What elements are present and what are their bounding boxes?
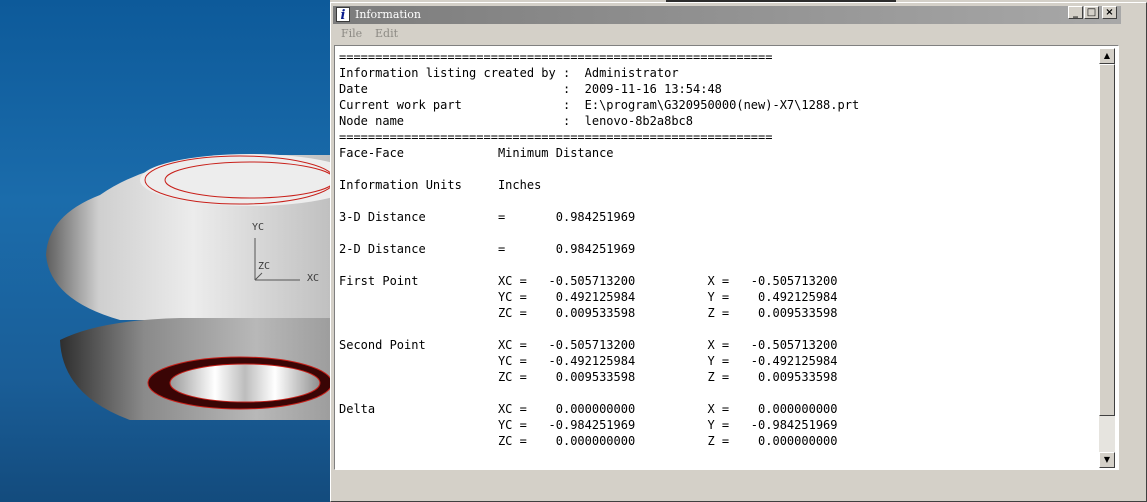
close-button[interactable]: × (1102, 6, 1117, 19)
listing-line: ========================================… (339, 50, 773, 64)
listing-line (339, 385, 1118, 401)
listing-line: ZC = 0.000000000 Z = 0.000000000 (339, 434, 838, 448)
zc-axis-label: ZC (258, 261, 270, 272)
listing-line: ========================================… (339, 130, 773, 144)
maximize-button[interactable]: □ (1084, 6, 1099, 19)
information-window: i Information _ □ × File Edit ==========… (330, 2, 1147, 502)
listing-line (339, 225, 1118, 241)
scroll-down-button[interactable]: ▼ (1099, 452, 1115, 468)
listing-line (339, 321, 1118, 337)
listing-line: 2-D Distance = 0.984251969 (339, 242, 636, 256)
menu-edit[interactable]: Edit (375, 27, 398, 40)
listing-line: YC = -0.492125984 Y = -0.492125984 (339, 354, 838, 368)
yc-axis-label: YC (252, 222, 264, 233)
scroll-up-button[interactable]: ▲ (1099, 48, 1115, 64)
listing-line: ZC = 0.009533598 Z = 0.009533598 (339, 370, 838, 384)
listing-line: YC = -0.984251969 Y = -0.984251969 (339, 418, 838, 432)
listing-line: 3-D Distance = 0.984251969 (339, 210, 636, 224)
listing-line (339, 193, 1118, 209)
listing-text-area[interactable]: ========================================… (334, 45, 1119, 470)
listing-line (339, 257, 1118, 273)
listing-line: ZC = 0.009533598 Z = 0.009533598 (339, 306, 838, 320)
vertical-scrollbar[interactable]: ▲ ▼ (1099, 48, 1115, 468)
menu-bar: File Edit (333, 25, 1123, 43)
listing-line: Second Point XC = -0.505713200 X = -0.50… (339, 338, 838, 352)
listing-line: Node name : lenovo-8b2a8bc8 (339, 114, 694, 128)
information-listing: ========================================… (335, 46, 1118, 449)
listing-line: Face-Face Minimum Distance (339, 146, 614, 160)
listing-line: YC = 0.492125984 Y = 0.492125984 (339, 290, 838, 304)
minimize-button[interactable]: _ (1068, 6, 1083, 19)
info-icon: i (336, 7, 350, 23)
listing-line: First Point XC = -0.505713200 X = -0.505… (339, 274, 838, 288)
listing-line: Information Units Inches (339, 178, 542, 192)
listing-line: Delta XC = 0.000000000 X = 0.000000000 (339, 402, 838, 416)
xc-axis-label: XC (307, 273, 319, 284)
listing-line (339, 161, 1118, 177)
menu-file[interactable]: File (341, 27, 362, 40)
window-title: Information (355, 8, 422, 21)
scroll-thumb[interactable] (1099, 64, 1115, 416)
listing-line: Current work part : E:\program\G32095000… (339, 98, 860, 112)
listing-line: Date : 2009-11-16 13:54:48 (339, 82, 722, 96)
listing-line: Information listing created by : Adminis… (339, 66, 679, 80)
title-bar[interactable]: i Information (333, 6, 1121, 24)
